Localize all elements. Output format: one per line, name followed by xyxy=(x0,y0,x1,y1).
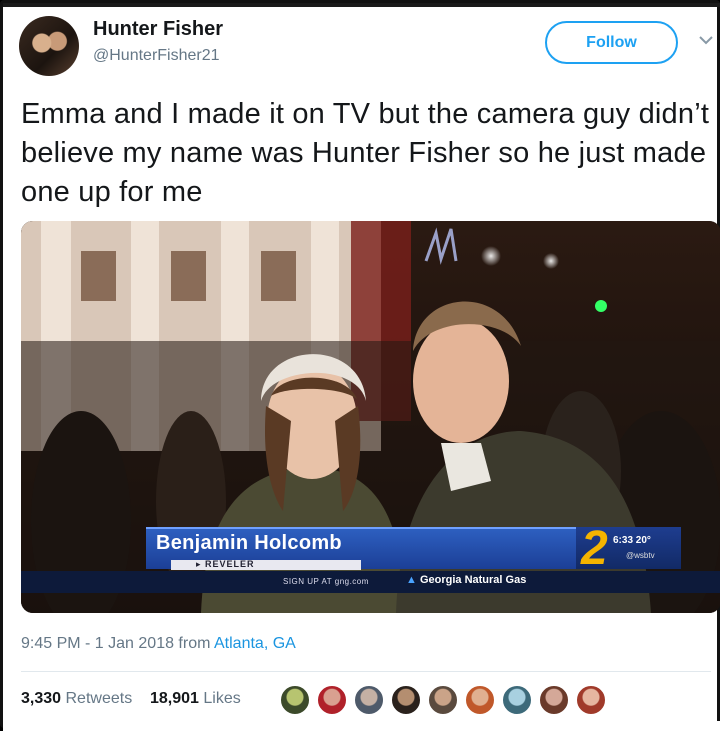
liker-avatar[interactable] xyxy=(354,685,384,715)
station-clock: 6:33 20° xyxy=(613,535,651,546)
retweets-label: Retweets xyxy=(65,690,133,707)
liker-avatar[interactable] xyxy=(576,685,606,715)
top-border xyxy=(3,3,720,7)
liker-avatar[interactable] xyxy=(391,685,421,715)
retweets-count: 3,330 xyxy=(21,690,62,707)
station-handle: @wsbtv xyxy=(626,551,655,560)
chevron-down-icon[interactable] xyxy=(697,31,715,49)
tweet-text: Emma and I made it on TV but the camera … xyxy=(21,98,710,208)
follow-button[interactable]: Follow xyxy=(545,21,678,64)
lower-third-subtitle-text: REVELER xyxy=(205,559,255,569)
engagement-stats: 3,330 Retweets 18,901 Likes xyxy=(21,690,241,708)
likes-label: Likes xyxy=(203,690,241,707)
station-number-logo: 2 xyxy=(581,522,608,575)
tweet-card: Hunter Fisher @HunterFisher21 Follow Emm… xyxy=(0,0,720,731)
author-display-name[interactable]: Hunter Fisher xyxy=(93,18,223,41)
ticker-sponsor-label: Georgia Natural Gas xyxy=(419,574,527,586)
liker-avatar[interactable] xyxy=(317,685,347,715)
liker-avatar[interactable] xyxy=(539,685,569,715)
divider xyxy=(21,671,711,672)
lower-third-subtitle: ▸ REVELER xyxy=(196,559,255,569)
retweets-stat[interactable]: 3,330 Retweets xyxy=(21,690,132,707)
liker-avatar[interactable] xyxy=(428,685,458,715)
ticker-signup-text: SIGN UP AT gng.com xyxy=(283,577,369,586)
ticker-sponsor-text: ▲ Georgia Natural Gas xyxy=(406,574,526,586)
liker-avatar[interactable] xyxy=(280,685,310,715)
ticker-bar xyxy=(21,571,720,593)
likes-stat[interactable]: 18,901 Likes xyxy=(150,690,241,707)
liker-avatar[interactable] xyxy=(502,685,532,715)
sponsor-flame-icon: ▲ xyxy=(406,574,417,586)
likes-count: 18,901 xyxy=(149,690,199,707)
tweet-media-image[interactable]: Benjamin Holcomb ▸ REVELER SIGN UP AT gn… xyxy=(21,221,720,613)
author-handle[interactable]: @HunterFisher21 xyxy=(93,47,220,65)
chevron-down-icon-glyph xyxy=(699,36,713,45)
tweet-timestamp-row: 9:45 PM - 1 Jan 2018 from Atlanta, GA xyxy=(21,635,296,653)
tweet-timestamp[interactable]: 9:45 PM - 1 Jan 2018 from xyxy=(21,635,210,652)
bottom-border xyxy=(3,721,720,731)
liker-avatar[interactable] xyxy=(465,685,495,715)
tweet-location-link[interactable]: Atlanta, GA xyxy=(214,635,296,652)
lower-third-name: Benjamin Holcomb xyxy=(156,532,342,554)
author-avatar[interactable] xyxy=(19,16,79,76)
